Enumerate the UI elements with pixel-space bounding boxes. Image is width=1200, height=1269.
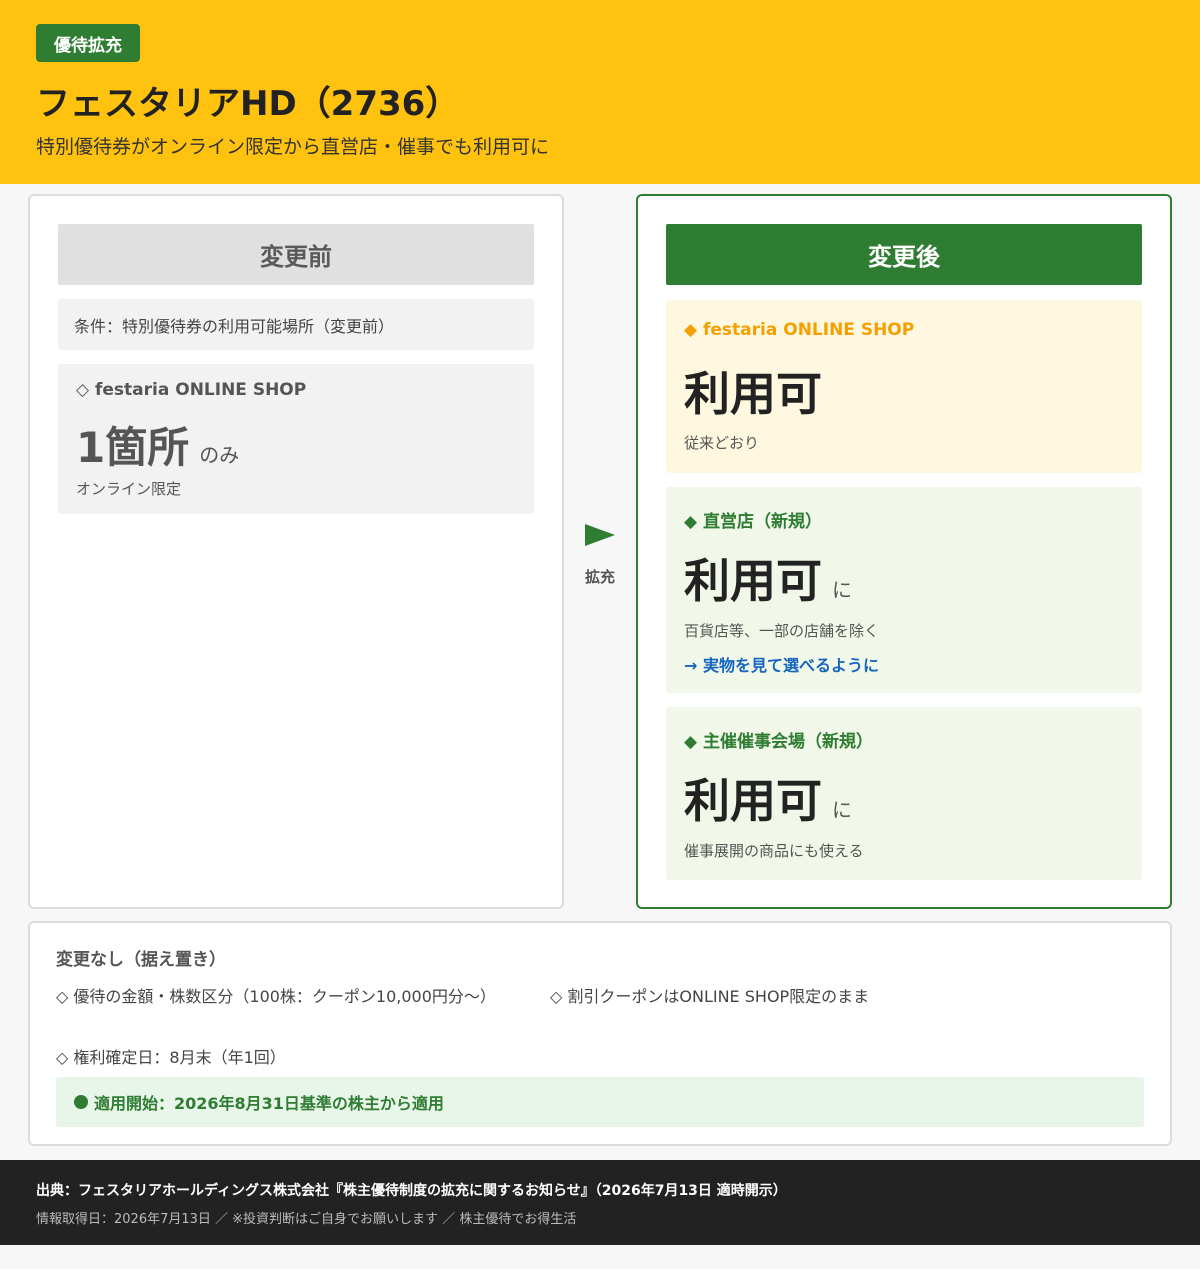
arrow-right-icon <box>585 524 615 546</box>
before-online-card: ◇ festaria ONLINE SHOP 1箇所 のみ オンライン限定 <box>58 364 534 514</box>
after-event-value-row: 利用可に <box>684 765 852 831</box>
before-card-value: 1箇所 <box>76 423 190 472</box>
before-card-value-row: 1箇所 のみ <box>76 414 239 475</box>
header: 優待拡充 フェスタリアHD（2736） 特別優待券がオンライン限定から直営店・催… <box>0 0 1200 184</box>
unchanged-item: ◇ 権利確定日：8月末（年1回） <box>56 1048 286 1067</box>
after-heading: 変更後 <box>666 224 1142 285</box>
after-online-value: 利用可 <box>684 367 822 421</box>
footer: 出典：フェスタリアホールディングス株式会社『株主優待制度の拡充に関するお知らせ』… <box>0 1160 1200 1245</box>
page-title: フェスタリアHD（2736） <box>36 84 460 124</box>
page-subtitle: 特別優待券がオンライン限定から直営店・催事でも利用可に <box>36 136 550 158</box>
before-card-suffix: のみ <box>199 443 240 467</box>
after-online-card: ◆ festaria ONLINE SHOP 利用可 従来どおり <box>666 300 1142 473</box>
condition-text: 条件：特別優待券の利用可能場所（変更前） <box>58 299 534 350</box>
start-date-banner: 適用開始：2026年8月31日基準の株主から適用 <box>56 1077 1144 1127</box>
arrow-label: 拡充 <box>584 568 615 586</box>
after-event-label: ◆ 主催催事会場（新規） <box>684 732 873 752</box>
before-heading: 変更前 <box>58 224 534 285</box>
after-online-note: 従来どおり <box>684 434 760 452</box>
after-store-value: 利用可 <box>684 554 822 608</box>
unchanged-item: ◇ 優待の金額・株数区分（100株：クーポン10,000円分〜） <box>56 987 496 1006</box>
after-store-highlight: → 実物を見て選べるように <box>684 656 879 675</box>
after-store-value-row: 利用可に <box>684 545 852 611</box>
before-card-note: オンライン限定 <box>76 480 182 498</box>
source-text: 出典：フェスタリアホールディングス株式会社『株主優待制度の拡充に関するお知らせ』… <box>36 1183 787 1199</box>
after-event-value: 利用可 <box>684 774 822 828</box>
info-text: 情報取得日：2026年7月13日 ／ ※投資判断はご自身でお願いします ／ 株主… <box>36 1212 577 1227</box>
after-event-card: ◆ 主催催事会場（新規） 利用可に 催事展開の商品にも使える <box>666 707 1142 880</box>
after-event-note: 催事展開の商品にも使える <box>684 842 864 860</box>
unchanged-item: ◇ 割引クーポンはONLINE SHOP限定のまま <box>550 987 870 1006</box>
unchanged-section: 変更なし（据え置き） ◇ 優待の金額・株数区分（100株：クーポン10,000円… <box>28 921 1172 1146</box>
start-date-text: 適用開始：2026年8月31日基準の株主から適用 <box>94 1094 444 1113</box>
category-badge: 優待拡充 <box>36 24 140 62</box>
after-panel: 変更後 ◆ festaria ONLINE SHOP 利用可 従来どおり ◆ 直… <box>636 194 1172 909</box>
expand-arrow: 拡充 <box>576 524 624 594</box>
after-event-suffix: に <box>832 798 852 822</box>
status-dot-icon <box>74 1095 88 1109</box>
after-store-label: ◆ 直営店（新規） <box>684 512 822 532</box>
after-online-label: ◆ festaria ONLINE SHOP <box>684 320 915 340</box>
after-store-suffix: に <box>832 578 852 602</box>
after-store-note: 百貨店等、一部の店舗を除く <box>684 622 880 640</box>
before-panel: 変更前 条件：特別優待券の利用可能場所（変更前） ◇ festaria ONLI… <box>28 194 564 909</box>
unchanged-title: 変更なし（据え置き） <box>56 950 226 970</box>
after-store-card: ◆ 直営店（新規） 利用可に 百貨店等、一部の店舗を除く → 実物を見て選べるよ… <box>666 487 1142 693</box>
before-card-label: ◇ festaria ONLINE SHOP <box>76 380 307 400</box>
